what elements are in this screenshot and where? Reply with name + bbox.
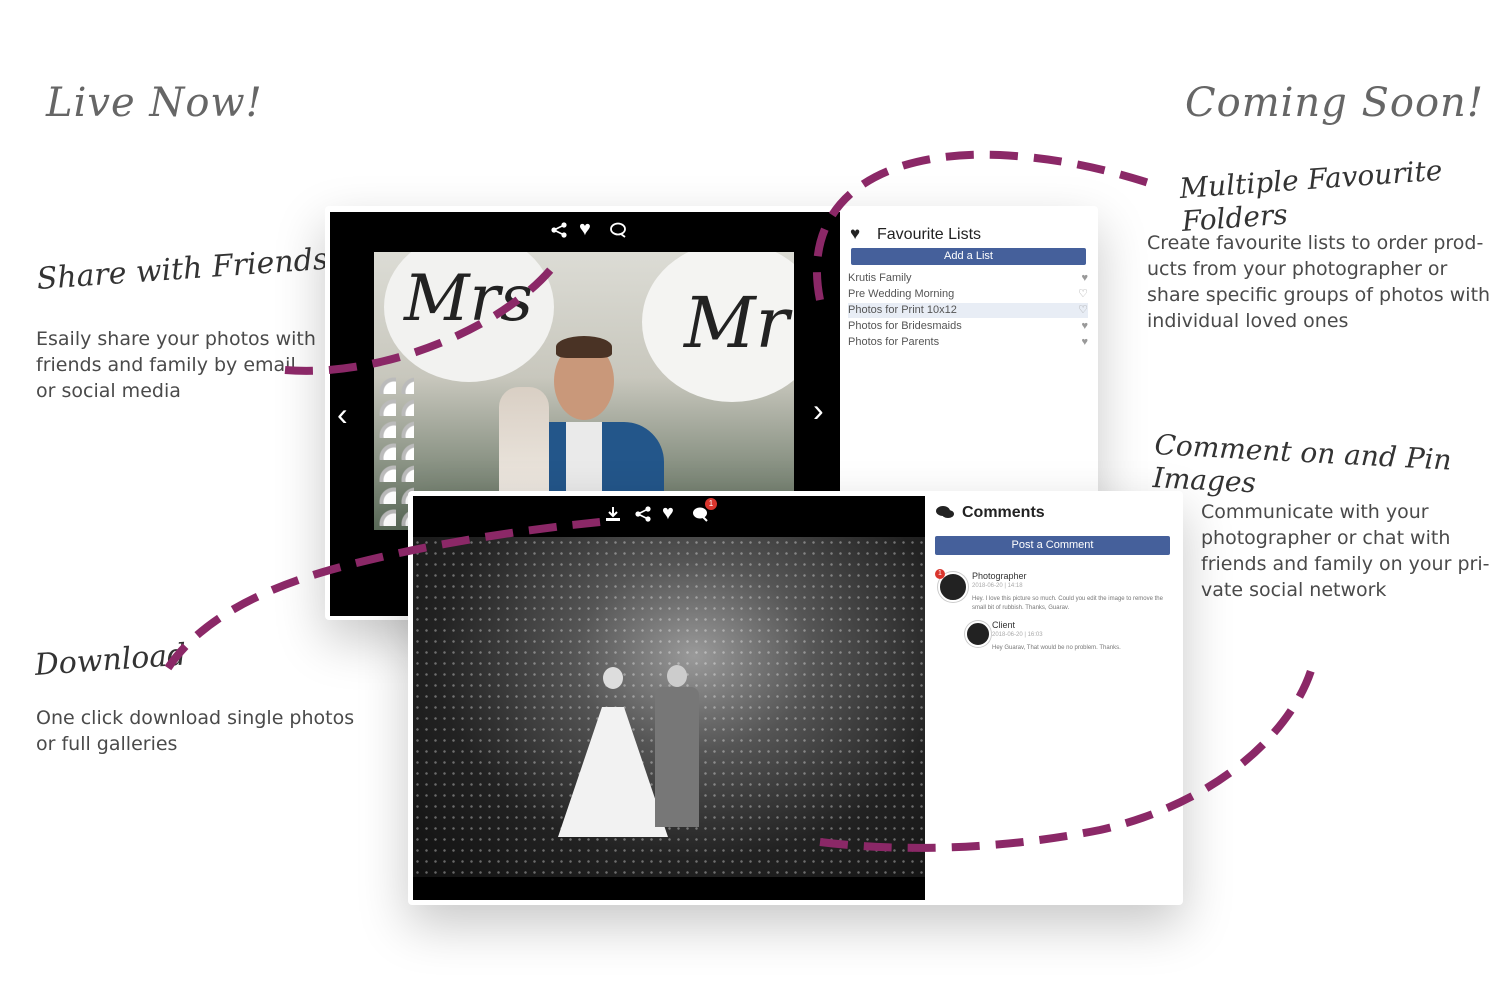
favourite-lists-title: Favourite Lists [877, 226, 982, 243]
heart-icon[interactable]: ♥ [579, 218, 591, 241]
add-list-button[interactable]: Add a List [851, 248, 1086, 265]
chevron-left-icon[interactable]: ‹ [337, 396, 348, 433]
comment-feature-description: Communicate with your photographer or ch… [1201, 501, 1490, 601]
client-avatar [965, 621, 991, 647]
heart-outline-icon[interactable]: ♡ [1078, 303, 1088, 318]
download-icon[interactable] [604, 505, 622, 528]
share-icon[interactable] [634, 505, 652, 528]
comment-count-badge: 1 [705, 498, 717, 510]
favourites-feature-title: Multiple Favourite Folders [1178, 153, 1444, 238]
download-feature-description: One click download single photos or full… [36, 707, 355, 755]
share-icon[interactable] [550, 221, 568, 244]
comments-title: Comments [962, 504, 1045, 521]
bride-figure [499, 387, 549, 507]
coming-soon-heading: Coming Soon! [1185, 80, 1484, 126]
live-now-heading: Live Now! [46, 80, 263, 126]
favourite-list-item[interactable]: Pre Wedding Morning ♡ [848, 287, 1088, 302]
favourite-list-item-selected[interactable]: Photos for Print 10x12 ♡ [848, 303, 1088, 318]
balloon-right-text: Mr [684, 282, 790, 364]
favourite-list-item[interactable]: Photos for Bridesmaids ♥ [848, 319, 1088, 334]
wedding-photo-black-white [413, 537, 925, 877]
heart-icon: ♥ [850, 224, 861, 243]
favourite-list-item[interactable]: Krutis Family ♥ [848, 271, 1088, 286]
heart-outline-icon[interactable]: ♡ [1078, 287, 1088, 302]
heart-icon[interactable]: ♥ [1081, 319, 1088, 334]
comments-gallery-window: ♥ 1 Comments Post a Comment 1 Photograph… [408, 491, 1183, 905]
download-feature-title: Download [33, 637, 188, 683]
share-feature-title: Share with Friends [35, 241, 330, 297]
favourite-list-item[interactable]: Photos for Parents ♥ [848, 335, 1088, 350]
comment-icon[interactable] [609, 221, 629, 244]
post-comment-button[interactable]: Post a Comment [935, 536, 1170, 555]
comment-timestamp: 2018-06-20 | 14:18 [972, 583, 1023, 589]
wedding-photo-mrs-mr: Mrs Mr [374, 252, 794, 530]
heart-icon[interactable]: ♥ [1081, 335, 1088, 350]
bride-figure [558, 667, 668, 837]
comment-author: Photographer [972, 571, 1027, 581]
comments-icon [935, 504, 955, 525]
share-feature-description: Esaily share your photos with friends an… [36, 328, 316, 402]
heart-icon[interactable]: ♥ [1081, 271, 1088, 286]
comment-body: Hey Guarav, That would be no problem. Th… [992, 645, 1121, 651]
pin-badge: 1 [935, 569, 945, 579]
groom-figure [653, 665, 703, 830]
favourites-feature-description: Create favourite lists to order prod- uc… [1147, 232, 1491, 332]
comment-body: Hey. I love this picture so much. Could … [972, 596, 1163, 611]
balloon-left-text: Mrs [404, 262, 533, 336]
chevron-right-icon[interactable]: › [813, 392, 824, 429]
heart-icon[interactable]: ♥ [662, 502, 674, 525]
comment-timestamp: 2018-06-20 | 16:03 [992, 632, 1043, 638]
comment-author: Client [992, 620, 1016, 630]
